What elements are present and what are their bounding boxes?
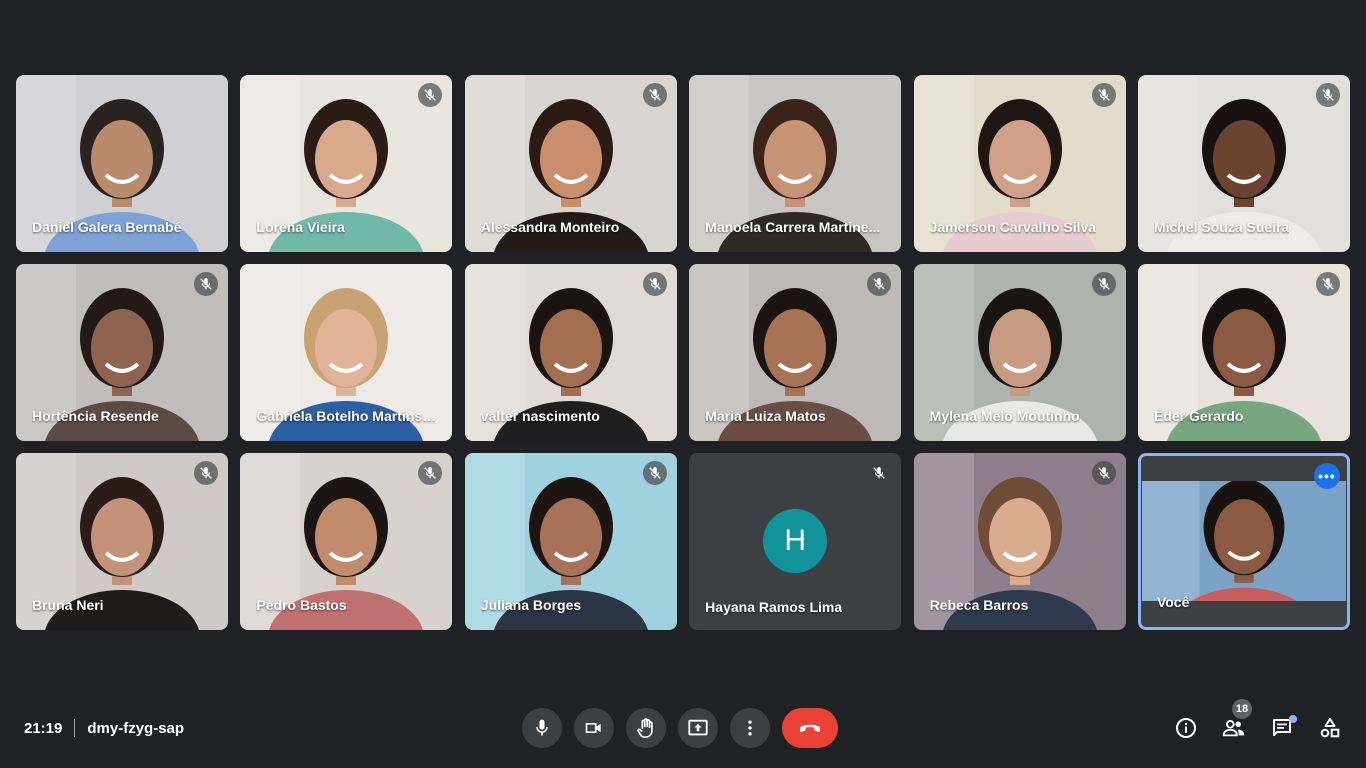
participant-tile[interactable]: ••• Você bbox=[1137, 453, 1350, 630]
people-icon bbox=[1222, 720, 1245, 737]
participant-name: Você bbox=[1156, 594, 1190, 610]
more-vertical-icon bbox=[748, 720, 752, 736]
mic-off-icon bbox=[642, 461, 667, 485]
meeting-details-button[interactable] bbox=[1174, 712, 1198, 744]
call-controls bbox=[522, 708, 838, 748]
microphone-button[interactable] bbox=[522, 708, 562, 748]
participant-tile[interactable]: Éder Gerardo bbox=[1137, 264, 1350, 441]
mic-off-icon bbox=[867, 272, 892, 296]
participant-name: valter nascimento bbox=[480, 408, 600, 424]
participant-tile[interactable]: Gabriela Botelho Martins ... bbox=[240, 264, 453, 441]
avatar: H bbox=[763, 509, 828, 573]
more-options-button[interactable] bbox=[730, 708, 770, 748]
participant-name: Hayana Ramos Lima bbox=[705, 599, 843, 615]
phone-hangup-icon bbox=[800, 724, 820, 732]
meeting-info: 21:19 dmy-fzyg-sap bbox=[24, 719, 184, 737]
raise-hand-button[interactable] bbox=[626, 708, 666, 748]
meeting-code[interactable]: dmy-fzyg-sap bbox=[87, 720, 184, 737]
participant-tile[interactable]: Mylena Melo Moutinho bbox=[913, 264, 1126, 441]
participant-name: Hortência Resende bbox=[32, 408, 159, 424]
participant-name: Pedro Bastos bbox=[256, 597, 347, 613]
participant-tile[interactable]: Bruna Neri bbox=[16, 453, 228, 630]
chat-button[interactable] bbox=[1270, 712, 1297, 744]
divider bbox=[74, 719, 76, 737]
participant-name: Jamerson Carvalho Silva bbox=[929, 219, 1097, 235]
video-icon bbox=[585, 723, 601, 733]
unread-dot bbox=[1289, 715, 1297, 723]
participant-grid: Daniel Galera Bernabé Lorena Vieira Alessa… bbox=[16, 75, 1350, 630]
participant-tile[interactable]: Manoela Carrera Martine... bbox=[689, 75, 902, 252]
meeting-time: 21:19 bbox=[24, 719, 63, 737]
participant-name: Manoela Carrera Martine... bbox=[705, 219, 881, 235]
mic-off-icon bbox=[867, 461, 892, 485]
participant-tile[interactable]: H Hayana Ramos Lima bbox=[689, 453, 902, 630]
more-options-icon[interactable]: ••• bbox=[1313, 463, 1340, 489]
participant-name: Éder Gerardo bbox=[1153, 408, 1244, 424]
participant-tile[interactable]: Lorena Vieira bbox=[240, 75, 453, 252]
participant-tile[interactable]: Juliana Borges bbox=[464, 453, 677, 630]
camera-button[interactable] bbox=[574, 708, 614, 748]
participant-name: Michel Souza Sueira bbox=[1153, 219, 1290, 235]
leave-call-button[interactable] bbox=[782, 708, 838, 748]
info-icon bbox=[1176, 718, 1196, 738]
participant-name: Daniel Galera Bernabé bbox=[32, 219, 182, 235]
mic-icon bbox=[536, 719, 548, 736]
participant-tile[interactable]: Daniel Galera Bernabé bbox=[16, 75, 228, 252]
activities-button[interactable] bbox=[1318, 712, 1342, 744]
participant-name: Mylena Melo Moutinho bbox=[929, 408, 1080, 424]
present-button[interactable] bbox=[678, 708, 718, 748]
mic-off-icon bbox=[642, 83, 667, 107]
participant-tile[interactable]: valter nascimento bbox=[464, 264, 677, 441]
participant-tile[interactable]: Michel Souza Sueira bbox=[1137, 75, 1350, 252]
mic-off-icon bbox=[1091, 461, 1116, 485]
mic-off-icon bbox=[194, 272, 218, 296]
mic-off-icon bbox=[1091, 272, 1116, 296]
participant-video bbox=[1141, 456, 1346, 627]
activities-icon bbox=[1320, 718, 1340, 738]
hand-icon bbox=[637, 718, 653, 738]
participant-name: Maria Luiza Matos bbox=[705, 408, 826, 424]
mic-off-icon bbox=[194, 461, 218, 485]
mic-off-icon bbox=[1091, 83, 1116, 107]
mic-off-icon bbox=[1315, 83, 1340, 107]
side-panel-tools: 18 bbox=[1174, 699, 1342, 744]
present-icon bbox=[688, 719, 708, 736]
participant-tile[interactable]: Rebeca Barros bbox=[913, 453, 1126, 630]
mic-off-icon bbox=[642, 272, 667, 296]
participant-name: Lorena Vieira bbox=[256, 219, 345, 235]
participant-tile[interactable]: Hortência Resende bbox=[16, 264, 228, 441]
participant-name: Gabriela Botelho Martins ... bbox=[256, 408, 437, 424]
participant-name: Juliana Borges bbox=[480, 597, 582, 613]
participant-tile[interactable]: Maria Luiza Matos bbox=[689, 264, 902, 441]
participant-count-badge: 18 bbox=[1232, 699, 1252, 719]
participant-tile[interactable]: Alessandra Monteiro bbox=[464, 75, 677, 252]
participant-name: Bruna Neri bbox=[32, 597, 104, 613]
participant-tile[interactable]: Jamerson Carvalho Silva bbox=[913, 75, 1126, 252]
participant-name: Alessandra Monteiro bbox=[480, 219, 620, 235]
mic-off-icon bbox=[1315, 272, 1340, 296]
participant-name: Rebeca Barros bbox=[929, 597, 1029, 613]
people-button[interactable]: 18 bbox=[1222, 699, 1252, 744]
participant-tile[interactable]: Pedro Bastos bbox=[240, 453, 453, 630]
